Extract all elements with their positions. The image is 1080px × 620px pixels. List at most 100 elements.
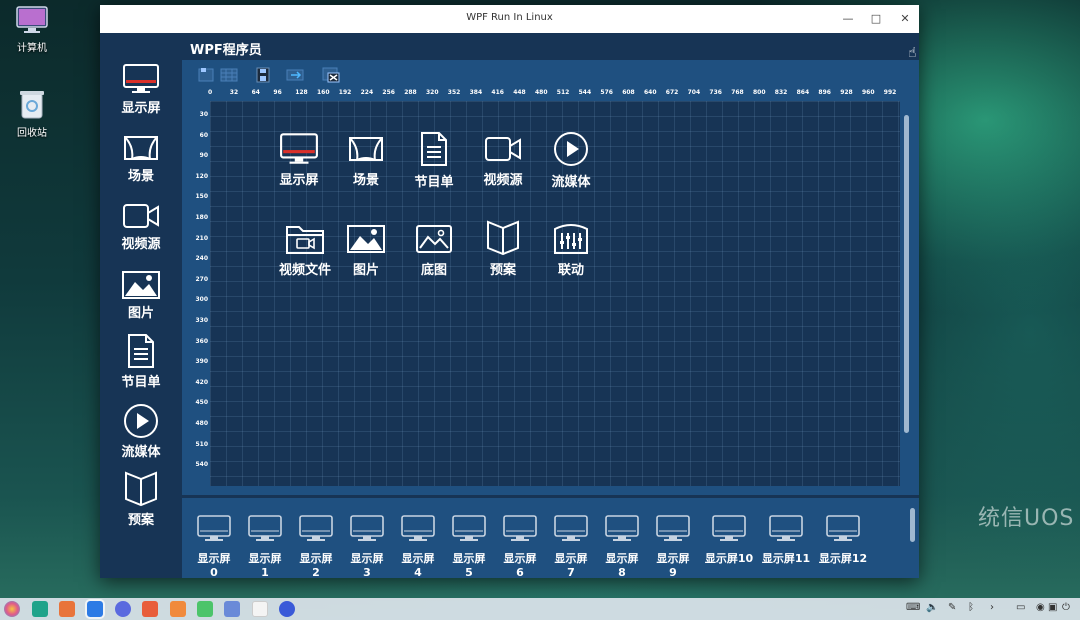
canvas-item-label: 联动: [557, 263, 584, 278]
ruler-tick-label: 704: [687, 89, 701, 96]
screen-item[interactable]: 显示屏9: [653, 514, 693, 579]
desktop-icon-trash[interactable]: 回收站: [0, 88, 64, 139]
ruler-tick-label: 210: [195, 234, 208, 242]
screen-item[interactable]: 显示屏10: [704, 514, 754, 566]
multitask-icon[interactable]: [32, 601, 48, 617]
monitor-icon: [503, 515, 537, 541]
screen-strip-scrollbar[interactable]: [910, 508, 915, 542]
canvas-item-program-list[interactable]: 节目单: [399, 130, 469, 190]
canvas-item-video-file[interactable]: 视频文件: [270, 220, 340, 278]
vertical-scrollbar[interactable]: [904, 115, 909, 433]
canvas-item-label: 预案: [489, 263, 516, 278]
launcher-icon[interactable]: [4, 601, 20, 617]
screen-item[interactable]: 显示屏8: [602, 514, 642, 579]
screen-item[interactable]: 显示屏3: [347, 514, 387, 579]
ruler-tick-label: 320: [426, 89, 439, 96]
taskbar: ⌨ 🔈 ✎ ᛒ › ▭ ◉ ▣ ⏻: [0, 598, 1080, 620]
minimize-button[interactable]: —: [837, 9, 859, 29]
canvas-item-base-image[interactable]: 底图: [399, 222, 469, 278]
canvas-item-label: 流媒体: [551, 175, 591, 190]
canvas-item-label: 视频源: [483, 173, 523, 188]
export-icon[interactable]: [286, 67, 304, 83]
ruler-tick-label: 288: [404, 89, 417, 96]
screen-item[interactable]: 显示屏12: [818, 514, 868, 566]
keyboard-icon[interactable]: ⌨: [906, 602, 920, 613]
canvas-item-linkage[interactable]: 联动: [536, 220, 606, 278]
canvas-item-plan[interactable]: 预案: [468, 220, 538, 278]
expand-tray-icon[interactable]: ›: [990, 602, 994, 613]
settings-icon[interactable]: [279, 601, 295, 617]
screen-item[interactable]: 显示屏4: [398, 514, 438, 579]
maximize-button[interactable]: □: [865, 9, 887, 29]
monitor-icon: [123, 64, 159, 93]
linkage-icon: [554, 224, 588, 254]
ruler-tick-label: 352: [447, 89, 461, 96]
ruler-horizontal: 0 32 64 96 128 160 192 224 256 288 320 352 384 416 448…: [208, 87, 900, 101]
sidebar-item-streaming[interactable]: 流媒体: [100, 403, 182, 460]
app-content: 显示屏 场景 视频源 图片 节目单 流媒体 预案 WPF程序员 ☝ 0 32 6…: [100, 33, 919, 579]
sidebar-item-image[interactable]: 图片: [100, 270, 182, 321]
canvas-item-video-source[interactable]: 视频源: [468, 132, 538, 188]
canvas-item-label: 底图: [420, 263, 447, 278]
sidebar-item-label: 图片: [127, 306, 154, 321]
close-button[interactable]: ✕: [894, 9, 916, 29]
screen-item-label: 显示屏12: [818, 552, 868, 565]
app-title: WPF程序员: [190, 43, 262, 58]
monitor-icon: [656, 515, 690, 541]
screen-item[interactable]: 显示屏11: [761, 514, 811, 566]
canvas-item-scene[interactable]: 场景: [331, 132, 401, 188]
desktop-icon-computer[interactable]: 计算机: [0, 5, 64, 54]
network-icon[interactable]: ◉: [1036, 602, 1045, 613]
photos-icon[interactable]: [170, 601, 186, 617]
canvas-item-image[interactable]: 图片: [331, 222, 401, 278]
documents-icon[interactable]: [224, 601, 240, 617]
screen-item-label: 显示屏0: [197, 552, 231, 579]
new-icon[interactable]: [198, 67, 216, 83]
browser-icon[interactable]: [115, 601, 131, 617]
screen-item-label: 显示屏3: [350, 552, 384, 579]
book-icon: [125, 471, 157, 507]
volume-icon[interactable]: 🔈: [926, 602, 938, 613]
ruler-tick-label: 544: [578, 89, 592, 96]
sidebar: 显示屏 场景 视频源 图片 节目单 流媒体 预案: [100, 33, 182, 578]
screen-item[interactable]: 显示屏5: [449, 514, 489, 579]
ruler-tick-label: 832: [774, 89, 788, 96]
screen-item[interactable]: 显示屏2: [296, 514, 336, 579]
sidebar-item-label: 预案: [127, 513, 154, 528]
sidebar-item-label: 场景: [127, 169, 154, 184]
sidebar-item-video-source[interactable]: 视频源: [100, 201, 182, 252]
ruler-tick-label: 800: [753, 89, 766, 96]
ruler-tick-label: 120: [195, 172, 208, 180]
document-icon: [128, 334, 154, 368]
sidebar-item-scene[interactable]: 场景: [100, 133, 182, 184]
screen-item-label: 显示屏11: [761, 552, 811, 565]
sidebar-item-monitor[interactable]: 显示屏: [100, 63, 182, 116]
ruler-tick-label: 960: [862, 89, 875, 96]
screen-item[interactable]: 显示屏7: [551, 514, 591, 579]
notification-icon[interactable]: ▭: [1016, 602, 1025, 613]
ruler-tick-label: 992: [883, 89, 897, 96]
app-store-icon[interactable]: [85, 599, 105, 619]
bluetooth-icon[interactable]: ᛒ: [968, 602, 974, 613]
mail-icon[interactable]: [142, 601, 158, 617]
ruler-tick-label: 32: [229, 89, 239, 96]
power-icon[interactable]: ⏻: [1062, 602, 1070, 613]
canvas-item-monitor[interactable]: 显示屏: [264, 132, 334, 188]
music-icon[interactable]: [197, 601, 213, 617]
sidebar-item-plan[interactable]: 预案: [100, 471, 182, 528]
file-manager-icon[interactable]: [59, 601, 75, 617]
screen-item[interactable]: 显示屏1: [245, 514, 285, 579]
canvas-item-streaming[interactable]: 流媒体: [536, 130, 606, 190]
window-titlebar[interactable]: WPF Run In Linux — □ ✕: [100, 5, 919, 33]
grid-icon[interactable]: [220, 67, 238, 83]
ruler-tick-label: 736: [709, 89, 722, 96]
pen-icon[interactable]: ✎: [948, 602, 956, 613]
trash-tray-icon[interactable]: ▣: [1048, 602, 1057, 613]
save-icon[interactable]: [254, 67, 272, 83]
screen-item[interactable]: 显示屏0: [194, 514, 234, 579]
sidebar-item-program-list[interactable]: 节目单: [100, 333, 182, 390]
calendar-icon[interactable]: [252, 601, 268, 617]
ruler-vertical: 30 60 90 120 150 180 210 240 270 300 330 360 390 420 4…: [182, 101, 210, 491]
screen-item[interactable]: 显示屏6: [500, 514, 540, 579]
delete-icon[interactable]: [322, 67, 340, 83]
